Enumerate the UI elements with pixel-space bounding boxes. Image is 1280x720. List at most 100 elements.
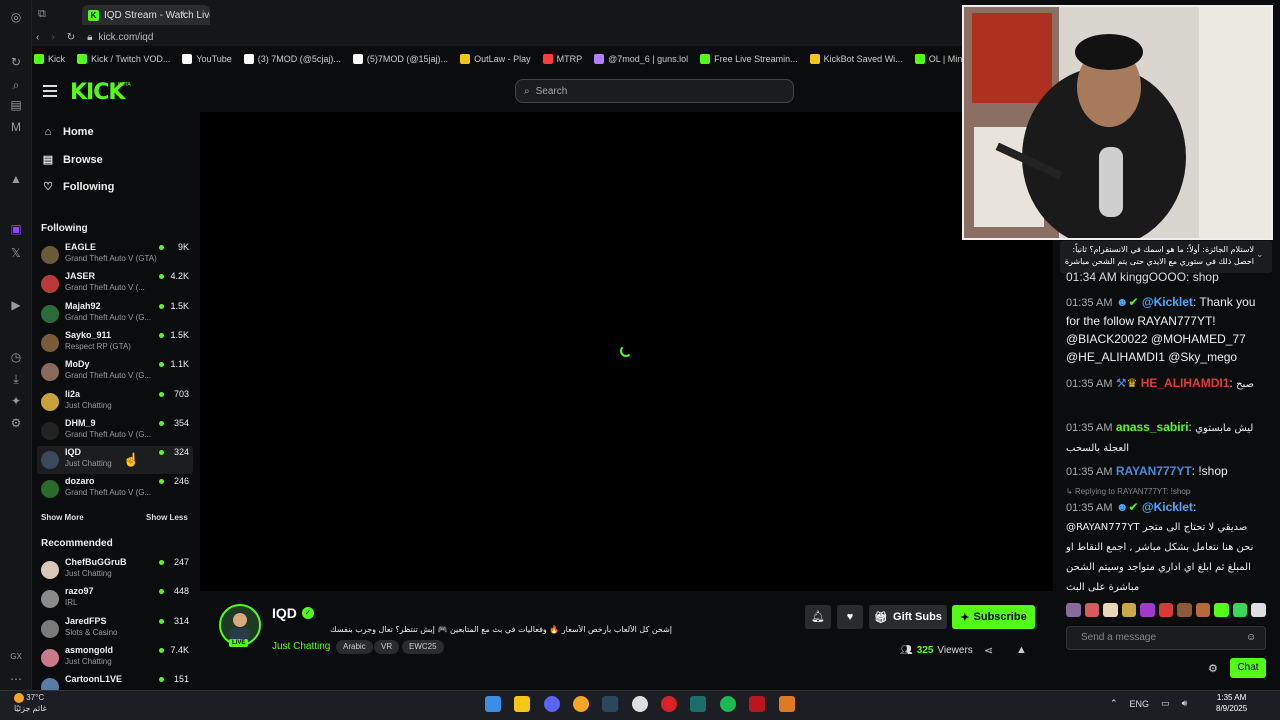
subscribe-button[interactable]: ✦ Subscribe (952, 605, 1035, 629)
start-icon[interactable] (485, 696, 501, 712)
share-icon[interactable]: ⋖ (984, 644, 993, 657)
menu-icon[interactable] (43, 85, 57, 97)
search-input[interactable]: ⌕ Search (515, 79, 794, 103)
opera-gx-icon[interactable] (661, 696, 677, 712)
twitch-icon[interactable]: ▣ (9, 222, 23, 236)
channel-item[interactable]: asmongold Just Chatting 7.4K (37, 644, 193, 672)
emote-icon[interactable] (1158, 603, 1174, 617)
gift-subs-button[interactable]: 🎁︎ Gift Subs (869, 605, 947, 629)
chat-message-input[interactable]: Send a message (1066, 626, 1266, 650)
nav-home[interactable]: ⌂ Home (42, 126, 94, 138)
channel-item[interactable]: DHM_9 Grand Theft Auto V (G... 354 (37, 417, 193, 445)
report-icon[interactable]: ▲ (1016, 644, 1027, 656)
x-icon[interactable]: 𝕏 (9, 246, 23, 260)
channel-item[interactable]: dozaro Grand Theft Auto V (G... 246 (37, 475, 193, 503)
discord-icon[interactable] (544, 696, 560, 712)
emote-icon[interactable] (1232, 603, 1248, 617)
weather-widget[interactable]: 37°C غائم جزئيًا (14, 692, 47, 714)
bookmark-item[interactable]: MTRP (542, 54, 582, 64)
bookmark-item[interactable]: Free Live Streamin... (700, 54, 798, 64)
bookmark-item[interactable]: @7mod_6 | guns.lol (594, 54, 688, 64)
channel-item[interactable]: JASER Grand Theft Auto V (... 4.2K (37, 270, 193, 298)
emote-icon[interactable] (1084, 603, 1100, 617)
app-icon[interactable] (779, 696, 795, 712)
channel-item[interactable]: JaredFPS Slots & Casino 314 (37, 615, 193, 643)
emote-icon[interactable] (1066, 603, 1081, 617)
app-icon[interactable] (690, 696, 706, 712)
channel-item[interactable]: IQD Just Chatting 324 (37, 446, 193, 475)
message-user[interactable]: anass_sabiri (1116, 420, 1189, 434)
message-user[interactable]: HE_ALIHAMDI1 (1141, 376, 1230, 390)
download-icon[interactable]: ⤓ (9, 372, 23, 386)
language-indicator[interactable]: ENG (1130, 699, 1150, 709)
chat-send-button[interactable]: Chat (1230, 658, 1266, 678)
bookmark-item[interactable]: KickBot Saved Wi... (809, 54, 903, 64)
emote-icon[interactable] (1214, 603, 1229, 617)
steam-icon[interactable] (602, 696, 618, 712)
kick-logo[interactable]: KICK (70, 80, 125, 105)
history-icon[interactable]: ◷ (9, 350, 23, 364)
bookmark-item[interactable]: YouTube (182, 54, 232, 64)
show-more-button[interactable]: Show More (41, 513, 84, 522)
arrow-up-icon[interactable]: ▲ (9, 172, 23, 186)
play-icon[interactable]: ▶ (9, 298, 23, 312)
forward-icon[interactable]: › (51, 32, 54, 43)
reply-hint[interactable]: ↳ Replying to RAYAN777YT: !shop (1066, 487, 1190, 496)
notification-bell-button[interactable]: 🔔︎ (805, 605, 831, 629)
gx-icon[interactable]: GX (9, 650, 23, 664)
more-icon[interactable]: ⋯ (9, 672, 23, 686)
tag-vr[interactable]: VR (374, 640, 400, 654)
bookmark-item[interactable]: Kick (34, 54, 65, 64)
emote-icon[interactable] (1177, 603, 1192, 617)
emote-icon[interactable] (1103, 603, 1118, 617)
chevron-down-icon[interactable]: ⌄ (1256, 249, 1264, 260)
channel-item[interactable]: EAGLE Grand Theft Auto V (GTA) 9K (37, 241, 193, 269)
browser-menu-icon[interactable]: ◎ (9, 10, 23, 24)
network-icon[interactable]: ▭ (1161, 698, 1170, 709)
message-user[interactable]: RAYAN777YT (1116, 464, 1192, 478)
channel-item[interactable]: Sayko_911 Respect RP (GTA) 1.5K (37, 329, 193, 357)
chrome-icon[interactable] (632, 696, 648, 712)
channel-item[interactable]: ChefBuGGruB Just Chatting 247 (37, 556, 193, 584)
settings-icon[interactable]: ⚙ (9, 416, 23, 430)
emote-icon[interactable] (1140, 603, 1155, 617)
bookmark-item[interactable]: Kick / Twitch VOD... (77, 54, 170, 64)
reload-icon[interactable]: ↻ (67, 32, 75, 43)
category-link[interactable]: Just Chatting (272, 641, 330, 652)
app-icon[interactable] (749, 696, 765, 712)
clock[interactable]: 1:35 AM 8/9/2025 (1216, 692, 1247, 714)
follow-heart-button[interactable]: ♥ (837, 605, 863, 629)
url-bar[interactable]: ‹ › ↻ 🔒︎ kick.com/iqd (32, 28, 962, 46)
search-icon[interactable]: ⌕ (9, 78, 23, 92)
channel-item[interactable]: Majah92 Grand Theft Auto V (G... 1.5K (37, 300, 193, 328)
message-user[interactable]: @Kicklet (1142, 295, 1193, 309)
extensions-icon[interactable]: ✦ (9, 394, 23, 408)
bookmark-item[interactable]: OutLaw - Play (460, 54, 531, 64)
tag-ewc25[interactable]: EWC25 (402, 640, 444, 654)
message-user[interactable]: @Kicklet (1142, 500, 1193, 514)
file-explorer-icon[interactable] (514, 696, 530, 712)
channel-item[interactable]: razo97 IRL 448 (37, 585, 193, 613)
show-less-button[interactable]: Show Less (146, 513, 188, 522)
tag-arabic[interactable]: Arabic (336, 640, 373, 654)
refresh-icon[interactable]: ↻ (9, 55, 23, 69)
chevron-up-icon[interactable]: ⌃ (1110, 698, 1118, 709)
gear-icon[interactable]: ⚙ (1208, 662, 1218, 675)
back-icon[interactable]: ‹ (36, 32, 39, 43)
volume-icon[interactable]: 🔊︎ (1182, 698, 1188, 709)
app-icon[interactable] (573, 696, 589, 712)
nav-browse[interactable]: ▤ Browse (42, 153, 103, 167)
mail-icon[interactable]: M (9, 120, 23, 134)
bookmark-item[interactable]: (3) 7MOD (@5cjaj)... (243, 54, 341, 64)
bookmark-item[interactable]: OL | Ministry of H... (914, 54, 962, 64)
emote-icon[interactable] (1121, 603, 1137, 617)
streamer-name[interactable]: IQD (272, 605, 297, 621)
url-text[interactable]: kick.com/iqd (98, 32, 153, 43)
new-tab-icon[interactable]: + (180, 8, 186, 20)
bookmark-item[interactable]: (5)7MOD (@15jaj)... (352, 54, 448, 64)
emote-icon[interactable] (1251, 603, 1267, 617)
media-icon[interactable]: ▤ (9, 98, 23, 112)
channel-item[interactable]: li2a Just Chatting 703 (37, 388, 193, 416)
tab-manager-icon[interactable]: ⧉ (38, 8, 46, 21)
channel-item[interactable]: MoDy Grand Theft Auto V (G... 1.1K (37, 358, 193, 386)
